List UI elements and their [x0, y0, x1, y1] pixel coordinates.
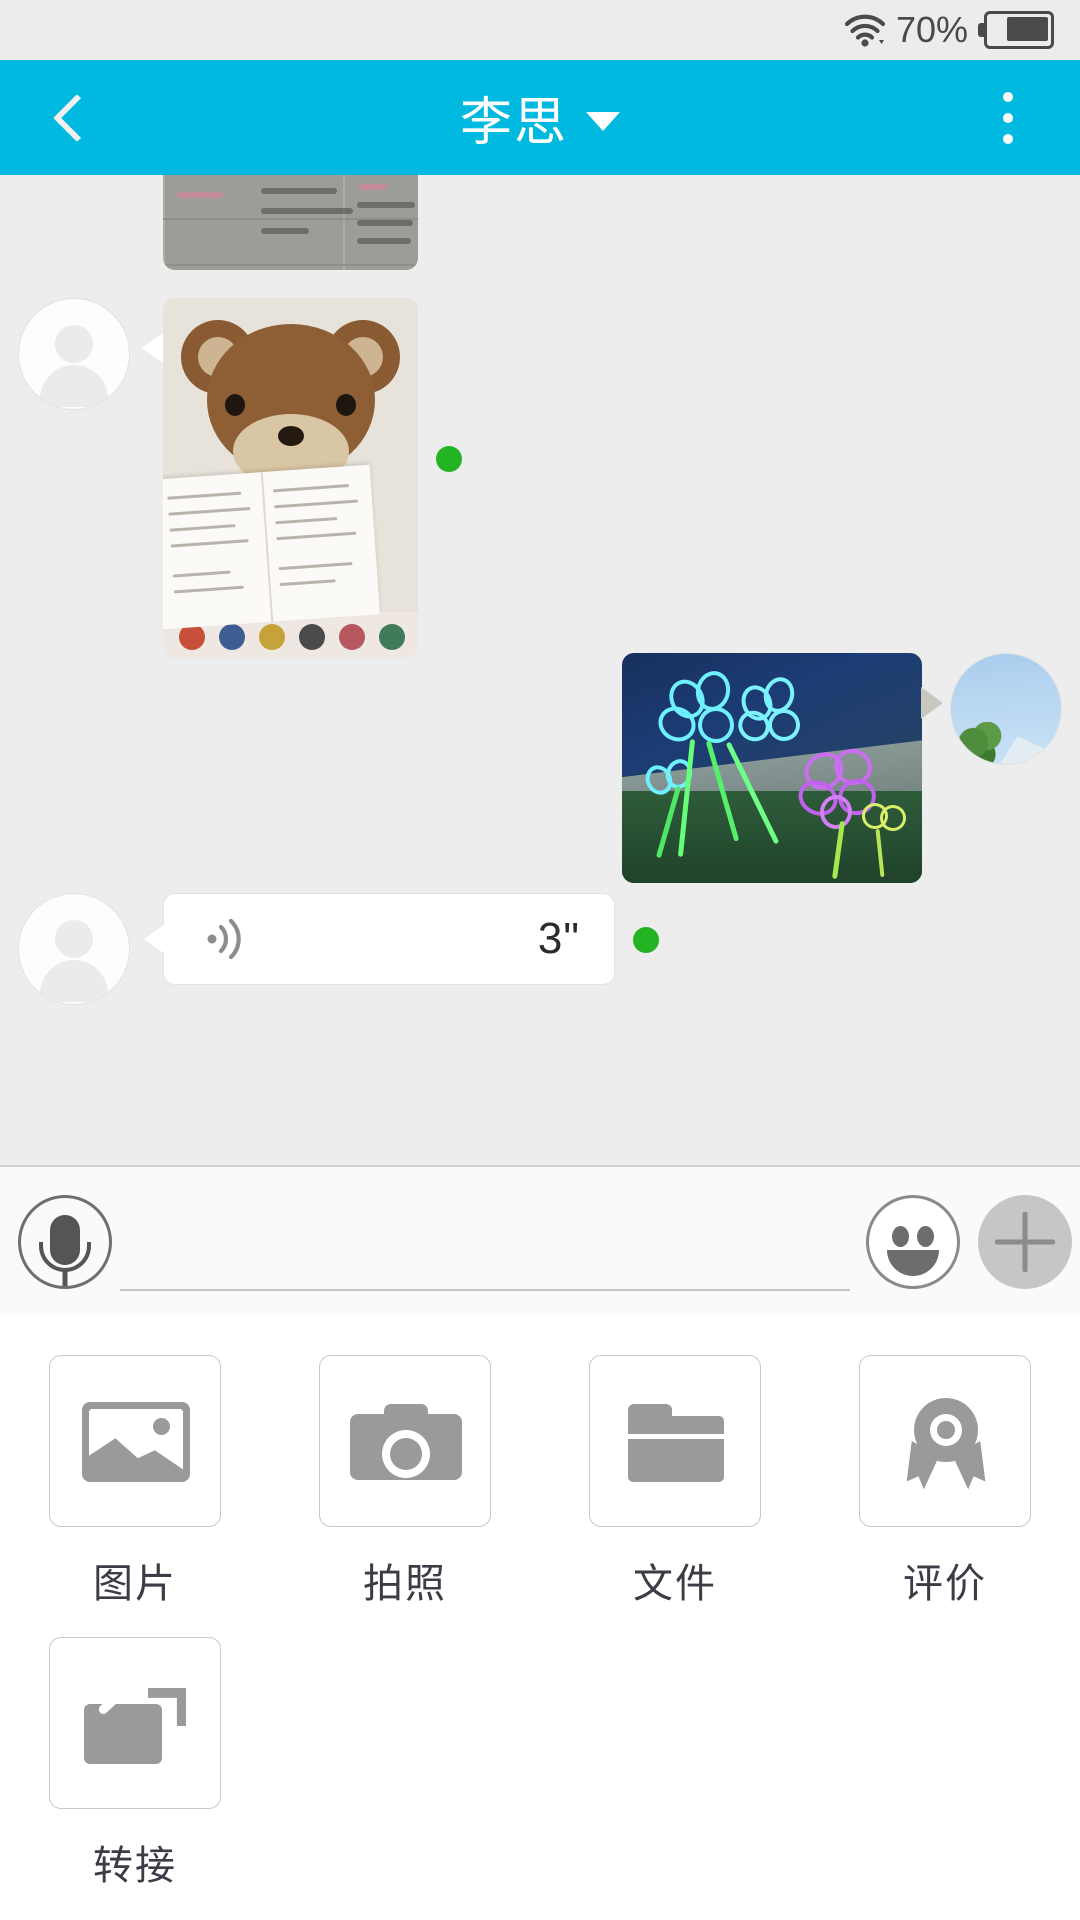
wifi-icon: [844, 13, 886, 47]
folder-icon: [628, 1404, 724, 1482]
attachment-item-evaluation[interactable]: 评价: [810, 1355, 1080, 1609]
more-vertical-icon: [1003, 112, 1013, 123]
folder-tile: [589, 1355, 761, 1527]
battery-percent-label: 70%: [895, 9, 968, 50]
attachment-label: 文件: [633, 1562, 717, 1606]
avatar[interactable]: [18, 893, 130, 1005]
avatar[interactable]: [18, 298, 130, 410]
attachment-item-picture[interactable]: 图片: [0, 1355, 270, 1609]
award-tile: [859, 1355, 1031, 1527]
battery-icon: [978, 11, 1054, 49]
attachment-label: 拍照: [363, 1562, 447, 1606]
back-button[interactable]: [22, 60, 132, 175]
message-row-outgoing: [0, 605, 1080, 883]
voice-duration-label: 3": [537, 914, 580, 963]
attachment-item-transfer[interactable]: 转接: [0, 1637, 270, 1891]
chevron-down-icon[interactable]: [586, 112, 620, 131]
attachment-label: 评价: [903, 1562, 987, 1606]
message-list[interactable]: 3": [0, 175, 1080, 1165]
message-input[interactable]: [120, 1195, 850, 1291]
voice-record-button[interactable]: [18, 1195, 112, 1289]
message-image-light-painting[interactable]: [622, 653, 922, 883]
avatar[interactable]: [950, 653, 1062, 765]
status-bar: 70%: [0, 0, 1080, 60]
attachment-grid: 图片 拍照 文件 评价 转接: [0, 1315, 1080, 1919]
attachment-panel: 图片 拍照 文件 评价 转接: [0, 1315, 1080, 1920]
transfer-icon: [84, 1658, 188, 1766]
emoji-button[interactable]: [866, 1195, 960, 1289]
chevron-left-icon: [52, 93, 102, 142]
input-toolbar: [0, 1165, 1080, 1315]
message-image-teddy-bear[interactable]: [163, 298, 418, 658]
transfer-tile: [49, 1637, 221, 1809]
message-image-notes[interactable]: [163, 175, 418, 270]
more-vertical-icon: [1003, 91, 1013, 102]
unread-indicator: [436, 446, 462, 472]
voice-message-bubble[interactable]: 3": [144, 893, 615, 985]
camera-icon: [350, 1404, 462, 1480]
message-row-incoming: 3": [0, 865, 1080, 1025]
message-row-incoming: [0, 175, 1080, 270]
more-options-button[interactable]: [958, 60, 1058, 175]
more-vertical-icon: [1003, 133, 1013, 144]
picture-tile: [49, 1355, 221, 1527]
app-header: 李思: [0, 60, 1080, 175]
chat-screen: 70% 李思 3" 图片 拍照 文件 评价 转接: [0, 0, 1080, 1920]
message-bubble-incoming: [142, 298, 418, 658]
add-attachment-button[interactable]: [978, 1195, 1072, 1289]
attachment-item-camera[interactable]: 拍照: [270, 1355, 540, 1609]
attachment-item-file[interactable]: 文件: [540, 1355, 810, 1609]
attachment-label: 转接: [93, 1844, 177, 1888]
message-bubble-outgoing: [622, 653, 943, 883]
unread-indicator: [633, 927, 659, 953]
picture-icon: [82, 1402, 190, 1482]
attachment-label: 图片: [93, 1562, 177, 1606]
sound-wave-icon: [204, 916, 256, 962]
message-row-incoming: [0, 270, 1080, 658]
camera-tile: [319, 1355, 491, 1527]
award-icon: [904, 1398, 988, 1488]
header-title-group: 李思: [0, 60, 1080, 175]
smiley-icon: [892, 1226, 909, 1247]
page-title[interactable]: 李思: [460, 80, 568, 155]
